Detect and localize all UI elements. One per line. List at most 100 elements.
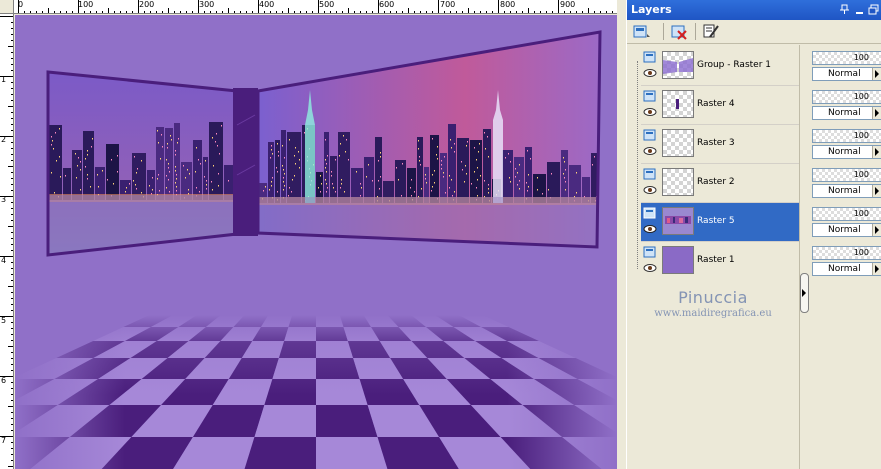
- building: [395, 160, 406, 203]
- blend-mode-select[interactable]: Normal: [812, 106, 881, 120]
- window-light: [166, 159, 167, 161]
- ruler-tick: [186, 11, 187, 13]
- dropdown-arrow-icon[interactable]: [872, 224, 881, 236]
- layer-properties-icon[interactable]: [701, 22, 721, 41]
- window-light: [228, 180, 229, 182]
- layer-name: Group - Raster 1: [697, 60, 771, 70]
- window-light: [565, 169, 566, 171]
- eye-icon[interactable]: [643, 146, 657, 156]
- eye-icon[interactable]: [643, 224, 657, 234]
- restore-icon[interactable]: [868, 4, 879, 15]
- window-light: [335, 159, 336, 161]
- palette-title-bar[interactable]: Layers: [627, 0, 881, 20]
- ruler-tick: [8, 166, 13, 167]
- window-light: [175, 154, 176, 156]
- dropdown-arrow-icon[interactable]: [872, 185, 881, 197]
- layer-type-icon: [643, 167, 657, 181]
- layer-props-raster-4: 100 Normal: [812, 86, 881, 120]
- window-light: [348, 159, 349, 161]
- layer-thumbnail: [662, 129, 694, 157]
- building: [193, 140, 202, 200]
- window-light: [159, 190, 160, 192]
- opacity-slider[interactable]: 100: [812, 90, 881, 104]
- opacity-slider[interactable]: 100: [812, 129, 881, 143]
- expand-arrow-icon[interactable]: [802, 289, 806, 297]
- window-light: [288, 195, 289, 197]
- layer-row-group-raster-1[interactable]: Group - Raster 1: [641, 47, 799, 85]
- delete-layer-icon[interactable]: [669, 22, 689, 41]
- window-light: [414, 191, 415, 193]
- window-light: [198, 159, 199, 161]
- window-light: [326, 163, 327, 165]
- window-light: [292, 179, 293, 181]
- dropdown-arrow-icon[interactable]: [872, 68, 881, 80]
- layer-row-raster-4[interactable]: Raster 4: [641, 86, 799, 124]
- window-light: [341, 179, 342, 181]
- layers-palette: Layers Group - Raster 1 Raster 4 Raster …: [626, 0, 881, 469]
- ruler-tick: [11, 400, 13, 401]
- window-light: [450, 139, 451, 141]
- window-light: [421, 188, 422, 190]
- ruler-tick: [11, 232, 13, 233]
- eye-icon[interactable]: [643, 107, 657, 117]
- layer-row-raster-1[interactable]: Raster 1: [641, 242, 799, 280]
- window-light: [510, 161, 511, 163]
- window-light: [178, 138, 179, 140]
- ruler-tick: [294, 11, 295, 13]
- layer-row-raster-2[interactable]: Raster 2: [641, 164, 799, 202]
- minimize-icon[interactable]: [854, 4, 865, 15]
- window-light: [487, 136, 488, 138]
- layer-row-raster-3[interactable]: Raster 3: [641, 125, 799, 163]
- eye-icon[interactable]: [643, 263, 657, 273]
- window-light: [111, 159, 112, 161]
- window-light: [461, 161, 462, 163]
- ruler-tick: [594, 11, 595, 13]
- eye-icon[interactable]: [643, 68, 657, 78]
- image-canvas[interactable]: [15, 15, 617, 469]
- window-light: [87, 154, 88, 156]
- window-light: [332, 183, 333, 185]
- window-light: [551, 173, 552, 175]
- ruler-tick: [582, 11, 583, 13]
- palette-splitter[interactable]: [799, 45, 809, 469]
- opacity-slider[interactable]: 100: [812, 168, 881, 182]
- ruler-tick: [522, 11, 523, 13]
- dropdown-arrow-icon[interactable]: [872, 146, 881, 158]
- ruler-tick: [570, 11, 571, 13]
- window-light: [402, 163, 403, 165]
- ruler-tick: [11, 274, 13, 275]
- dropdown-arrow-icon[interactable]: [872, 263, 881, 275]
- layer-type-icon: [643, 245, 657, 259]
- ruler-tick: [11, 124, 13, 125]
- ruler-tick: [11, 310, 13, 311]
- window-light: [92, 138, 93, 140]
- blend-mode-select[interactable]: Normal: [812, 145, 881, 159]
- window-light: [212, 137, 213, 139]
- pin-icon[interactable]: [839, 4, 850, 15]
- ruler-tick: [108, 8, 109, 13]
- dropdown-arrow-icon[interactable]: [872, 107, 881, 119]
- window-light: [477, 195, 478, 197]
- ruler-tick: [24, 11, 25, 13]
- opacity-slider[interactable]: 100: [812, 246, 881, 260]
- opacity-slider[interactable]: 100: [812, 207, 881, 221]
- window-light: [321, 183, 322, 185]
- blend-mode-select[interactable]: Normal: [812, 67, 881, 81]
- building: [174, 123, 180, 200]
- layer-props-raster-2: 100 Normal: [812, 164, 881, 198]
- layer-properties-column: 100 Normal 100 Normal 100 Normal 100 Nor…: [810, 45, 881, 285]
- blend-mode-select[interactable]: Normal: [812, 184, 881, 198]
- eye-icon[interactable]: [643, 185, 657, 195]
- ruler-tick: [11, 238, 13, 239]
- ruler-tick: [11, 22, 13, 23]
- new-layer-icon[interactable]: [631, 22, 651, 41]
- blend-mode-select[interactable]: Normal: [812, 262, 881, 276]
- ruler-tick: [11, 160, 13, 161]
- blend-mode-select[interactable]: Normal: [812, 223, 881, 237]
- window-light: [51, 136, 52, 138]
- building: [268, 142, 274, 203]
- opacity-slider[interactable]: 100: [812, 51, 881, 65]
- ruler-tick: [474, 11, 475, 13]
- layer-row-raster-5[interactable]: Raster 5: [641, 203, 799, 241]
- window-light: [419, 156, 420, 158]
